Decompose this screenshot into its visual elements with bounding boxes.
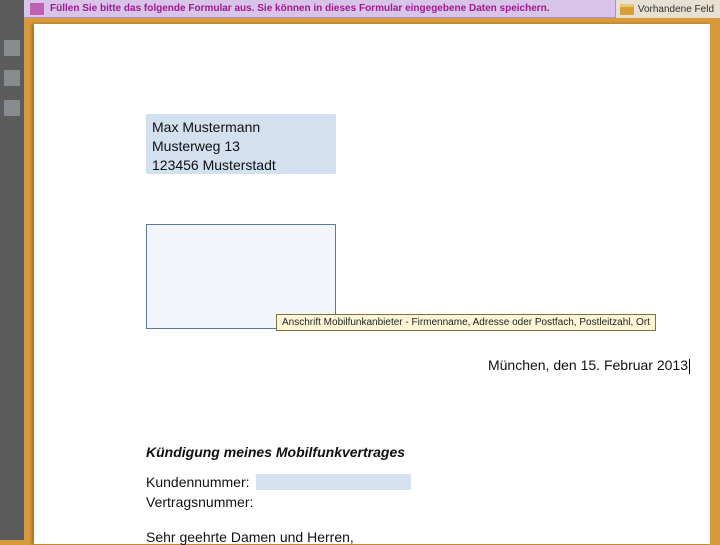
sender-address-field[interactable]: Max Mustermann Musterweg 13 123456 Muste…: [146, 114, 336, 174]
page-icon[interactable]: [4, 40, 20, 56]
document-page: Max Mustermann Musterweg 13 123456 Muste…: [34, 24, 710, 544]
recipient-tooltip: Anschrift Mobilfunkanbieter - Firmenname…: [276, 314, 656, 331]
tooltip-text: Anschrift Mobilfunkanbieter - Firmenname…: [282, 317, 650, 328]
subject-line: Kündigung meines Mobilfunkvertrages: [146, 444, 405, 460]
sender-street: Musterweg 13: [152, 137, 330, 156]
hand-tool-icon[interactable]: [4, 70, 20, 86]
sender-city: 123456 Musterstadt: [152, 156, 330, 175]
customer-number-row: Kundennummer:: [146, 474, 411, 490]
folder-icon: [620, 4, 634, 15]
customer-number-field[interactable]: [256, 474, 411, 490]
text-cursor: [689, 359, 690, 374]
contract-number-label: Vertragsnummer:: [146, 494, 253, 510]
customer-number-label: Kundennummer:: [146, 474, 250, 490]
contract-number-row: Vertragsnummer:: [146, 494, 253, 510]
sender-name: Max Mustermann: [152, 118, 330, 137]
form-instruction-text: Füllen Sie bitte das folgende Formular a…: [50, 3, 550, 14]
form-icon: [30, 3, 44, 15]
date-text: München, den 15. Februar 2013: [488, 357, 688, 373]
sidebar-toolbar: [0, 0, 24, 540]
highlight-fields-label: Vorhandene Feld: [638, 4, 714, 15]
highlight-fields-button[interactable]: Vorhandene Feld: [615, 0, 720, 18]
select-tool-icon[interactable]: [4, 100, 20, 116]
salutation-line: Sehr geehrte Damen und Herren,: [146, 529, 354, 545]
date-line[interactable]: München, den 15. Februar 2013: [488, 357, 690, 374]
